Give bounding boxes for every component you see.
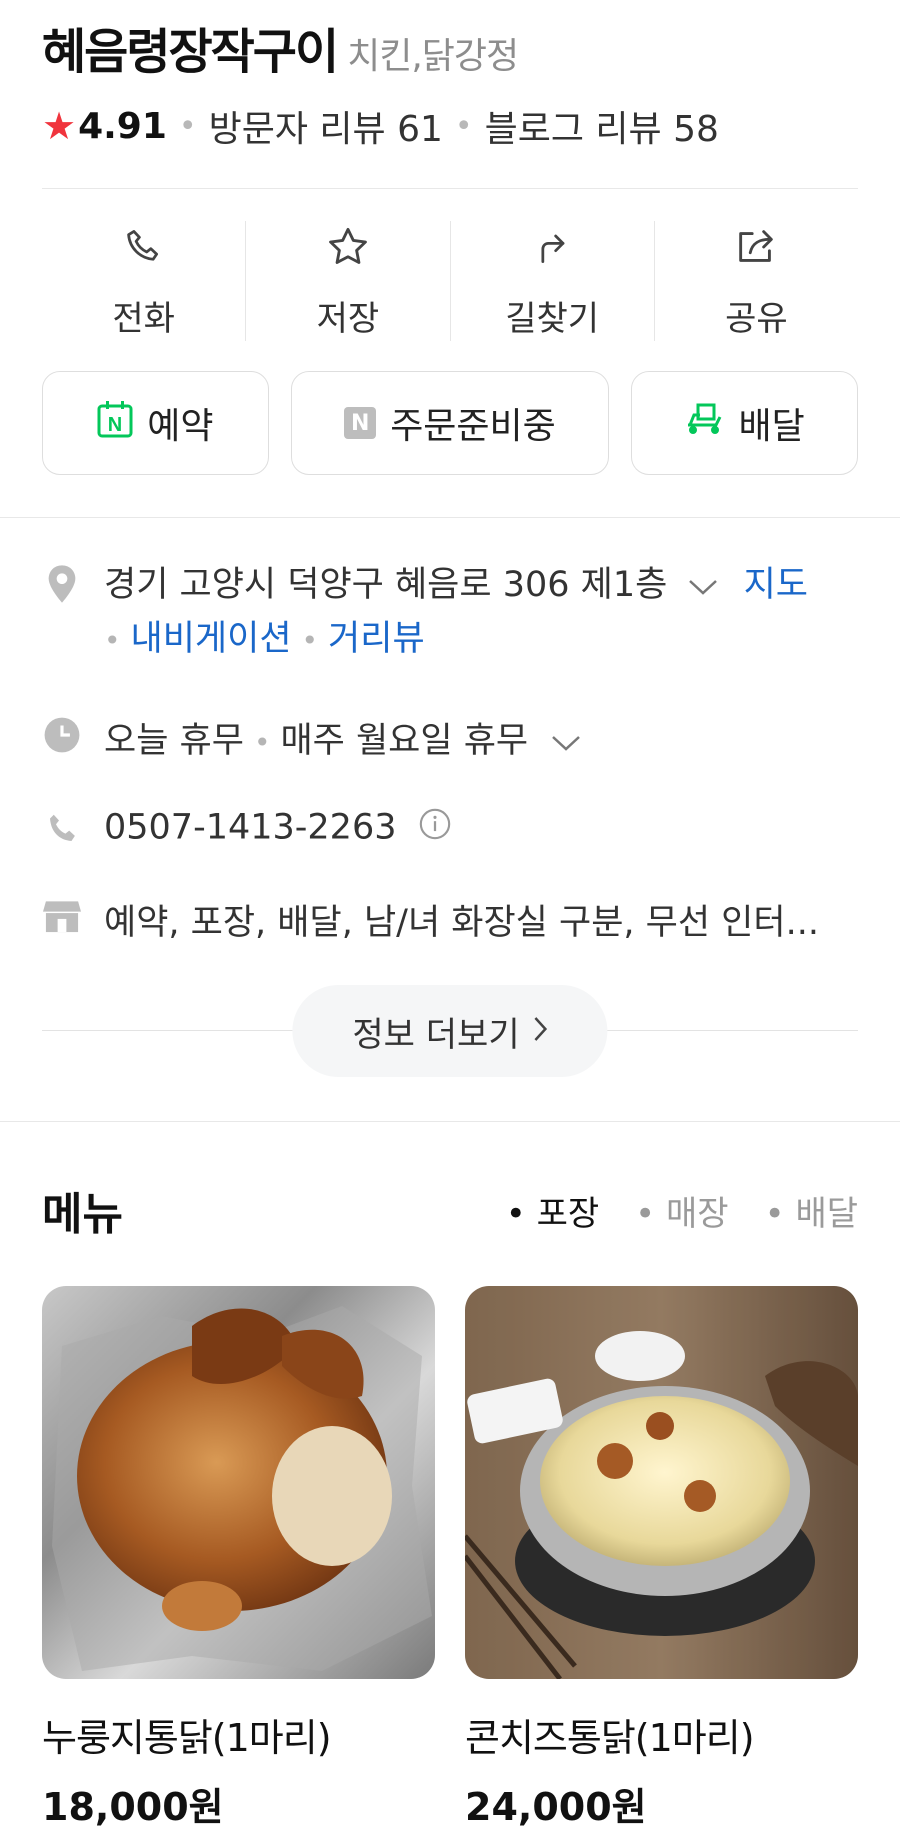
call-label: 전화: [112, 299, 175, 339]
amenities-text: 예약, 포장, 배달, 남/녀 화장실 구분, 무선 인터...: [104, 903, 819, 943]
tab-delivery[interactable]: • 배달: [765, 1186, 858, 1235]
menu-card[interactable]: 콘치즈통닭(1마리) 24,000원: [465, 1286, 858, 1831]
chevron-down-icon[interactable]: [688, 558, 718, 612]
hours-row[interactable]: 오늘 휴무 • 매주 월요일 휴무: [42, 712, 858, 763]
navigation-link[interactable]: 내비게이션: [131, 619, 292, 659]
map-link[interactable]: 지도: [744, 565, 808, 605]
delivery-button[interactable]: 배달: [631, 371, 858, 475]
separator-dot: •: [301, 624, 319, 657]
location-pin-icon: [42, 564, 82, 604]
delivery-scooter-icon: [684, 401, 724, 446]
menu-photo: [42, 1286, 435, 1679]
info-circle-icon[interactable]: [418, 807, 452, 850]
hours-block: 오늘 휴무 • 매주 월요일 휴무: [104, 712, 581, 763]
directions-label: 길찾기: [505, 299, 600, 339]
share-button[interactable]: 공유: [655, 221, 858, 341]
separator-dot: •: [253, 726, 271, 759]
menu-cards: 누룽지통닭(1마리) 18,000원 콘치즈통닭(1마리) 24,000원: [42, 1286, 858, 1831]
phone-block: 0507-1413-2263: [104, 807, 452, 850]
phone-row: 0507-1413-2263: [42, 807, 858, 850]
save-label: 저장: [316, 299, 380, 339]
clock-icon: [42, 716, 82, 754]
star-outline-icon: [325, 221, 371, 273]
store-icon: [42, 898, 82, 934]
store-category: 치킨,닭강정: [347, 36, 519, 77]
reserve-label: 예약: [147, 406, 214, 447]
menu-section: 메뉴 • 포장 • 매장 • 배달 누룽지통닭(1마리) 18,000원 콘치즈…: [0, 1178, 900, 1831]
menu-title: 메뉴: [42, 1189, 123, 1240]
tab-takeout-label: 포장: [536, 1193, 600, 1234]
streetview-link[interactable]: 거리뷰: [328, 619, 425, 659]
hours-detail: 매주 월요일 휴무: [280, 721, 529, 761]
amenities-row[interactable]: 예약, 포장, 배달, 남/녀 화장실 구분, 무선 인터...: [42, 894, 858, 945]
tab-dine-in[interactable]: • 매장: [635, 1186, 728, 1235]
menu-item-price: 18,000원: [42, 1785, 224, 1829]
address-block: 경기 고양시 덕양구 혜음로 306 제1층 지도 • 내비게이션 • 거리뷰: [104, 558, 808, 668]
phone-number[interactable]: 0507-1413-2263: [104, 808, 396, 848]
menu-header: 메뉴 • 포장 • 매장 • 배달: [42, 1178, 858, 1242]
directions-button[interactable]: 길찾기: [451, 221, 655, 341]
divider: [42, 188, 858, 189]
service-chips: N 예약 N 주문준비중 배달: [42, 371, 858, 475]
star-icon: ★: [42, 104, 77, 148]
tab-delivery-label: 배달: [795, 1193, 858, 1234]
naver-calendar-icon: N: [97, 400, 133, 447]
menu-card[interactable]: 누룽지통닭(1마리) 18,000원: [42, 1286, 435, 1831]
rating-row: ★ 4.91 • 방문자 리뷰 61 • 블로그 리뷰 58: [42, 100, 858, 152]
info-section: 경기 고양시 덕양구 혜음로 306 제1층 지도 • 내비게이션 • 거리뷰 오늘 …: [0, 558, 900, 945]
section-divider: [0, 517, 900, 518]
blog-reviews-link[interactable]: 블로그 리뷰 58: [485, 100, 719, 152]
call-button[interactable]: 전화: [42, 221, 247, 341]
share-icon: [733, 221, 779, 273]
menu-photo: [465, 1286, 858, 1679]
more-info-label: 정보 더보기: [352, 1014, 520, 1055]
address-text: 경기 고양시 덕양구 혜음로 306 제1층: [104, 565, 668, 605]
store-header: 혜음령장작구이 치킨,닭강정 ★ 4.91 • 방문자 리뷰 61 • 블로그 …: [0, 0, 900, 475]
order-label: 주문준비중: [390, 406, 556, 447]
svg-text:N: N: [108, 414, 122, 436]
naver-order-icon: N: [344, 407, 377, 439]
menu-item-name: 콘치즈통닭(1마리): [465, 1716, 755, 1760]
chevron-right-icon: [534, 1011, 548, 1051]
separator-dot: •: [178, 108, 197, 144]
hours-status: 오늘 휴무: [104, 721, 244, 761]
tab-dine-in-label: 매장: [666, 1193, 729, 1234]
store-name: 혜음령장작구이: [42, 24, 339, 80]
menu-item-price: 24,000원: [465, 1785, 647, 1829]
reserve-button[interactable]: N 예약: [42, 371, 269, 475]
visitor-reviews-link[interactable]: 방문자 리뷰 61: [209, 100, 443, 152]
section-divider: [0, 1121, 900, 1122]
address-row: 경기 고양시 덕양구 혜음로 306 제1층 지도 • 내비게이션 • 거리뷰: [42, 558, 858, 668]
save-button[interactable]: 저장: [246, 221, 451, 341]
more-info-area: 정보 더보기: [0, 981, 900, 1081]
phone-icon: [42, 811, 82, 847]
action-bar: 전화 저장 길찾기 공유: [42, 221, 858, 341]
share-label: 공유: [725, 299, 788, 339]
more-info-button[interactable]: 정보 더보기: [292, 985, 608, 1077]
menu-item-name: 누룽지통닭(1마리): [42, 1716, 332, 1760]
title-row: 혜음령장작구이 치킨,닭강정: [42, 0, 858, 82]
tab-takeout[interactable]: • 포장: [506, 1186, 599, 1235]
menu-tabs: • 포장 • 매장 • 배달: [506, 1186, 858, 1235]
separator-dot: •: [454, 108, 473, 144]
separator-dot: •: [104, 624, 121, 657]
directions-icon: [530, 221, 574, 273]
rating-value: 4.91: [78, 105, 167, 147]
chevron-down-icon[interactable]: [551, 721, 581, 761]
delivery-label: 배달: [738, 406, 805, 447]
order-button[interactable]: N 주문준비중: [290, 371, 610, 475]
phone-icon: [122, 221, 166, 273]
